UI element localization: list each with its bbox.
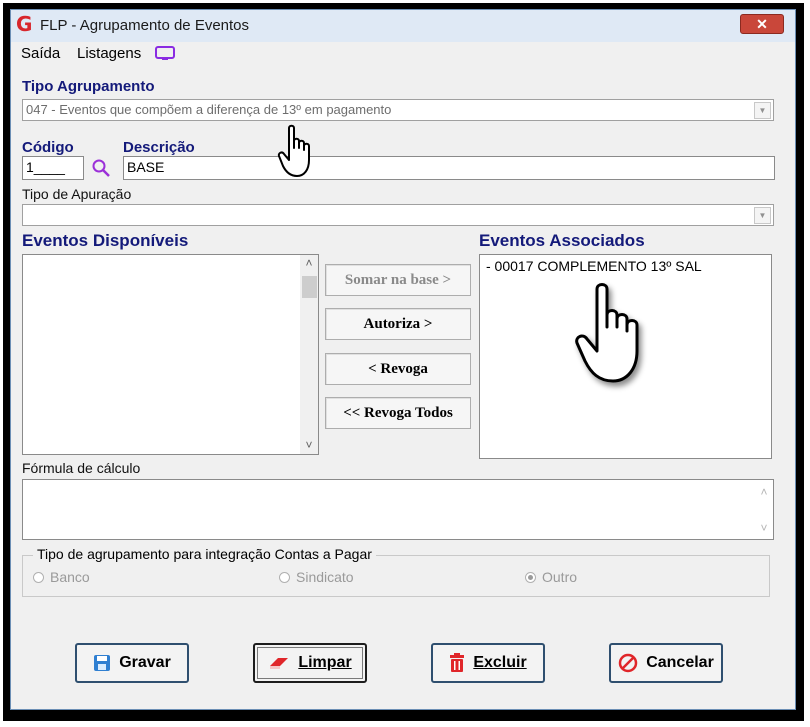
scroll-thumb[interactable]: [302, 276, 317, 298]
cancel-icon: [618, 653, 638, 673]
chevron-down-icon[interactable]: ▼: [754, 102, 771, 119]
radio-sindicato[interactable]: Sindicato: [279, 569, 354, 585]
descricao-label: Descrição: [123, 139, 195, 156]
eraser-icon: [270, 658, 289, 669]
eventos-associados-label: Eventos Associados: [479, 231, 645, 250]
menu-bar: Saída Listagens: [11, 43, 795, 65]
search-icon[interactable]: [91, 158, 111, 178]
chevron-up-icon[interactable]: ˄: [300, 255, 318, 272]
app-window: G FLP - Agrupamento de Eventos ✕ Saída L…: [10, 9, 796, 710]
formula-textarea[interactable]: ˄ ˅: [22, 479, 774, 540]
tipo-apuracao-label: Tipo de Apuração: [22, 186, 132, 202]
eventos-disponiveis-list[interactable]: ˄ ˅: [22, 254, 319, 455]
hand-pointer-cursor-icon: [575, 283, 639, 383]
somar-na-base-button[interactable]: Somar na base >: [325, 264, 471, 296]
tipo-apuracao-select[interactable]: ▼: [22, 204, 774, 226]
integracao-group: Tipo de agrupamento para integração Cont…: [22, 546, 770, 597]
menu-listagens[interactable]: Listagens: [77, 45, 141, 62]
eventos-disponiveis-label: Eventos Disponíveis: [22, 231, 189, 250]
codigo-label: Código: [22, 139, 74, 156]
revoga-button[interactable]: < Revoga: [325, 353, 471, 385]
excluir-button[interactable]: Excluir: [431, 643, 545, 683]
descricao-field[interactable]: BASE: [123, 156, 775, 180]
hand-pointer-cursor-icon: [277, 124, 310, 177]
menu-saida[interactable]: Saída: [21, 45, 60, 62]
autoriza-button[interactable]: Autoriza >: [325, 308, 471, 340]
monitor-icon[interactable]: [155, 46, 175, 61]
radio-outro[interactable]: Outro: [525, 569, 577, 585]
close-button[interactable]: ✕: [740, 14, 784, 34]
chevron-down-icon[interactable]: ▼: [754, 207, 771, 224]
formula-label: Fórmula de cálculo: [22, 460, 141, 476]
list-item[interactable]: - 00017 COMPLEMENTO 13º SAL: [486, 258, 702, 274]
radio-icon: [33, 572, 44, 583]
app-logo-icon: G: [16, 12, 33, 36]
chevron-down-icon[interactable]: ˅: [755, 520, 773, 537]
scrollbar[interactable]: ˄ ˅: [300, 255, 318, 454]
codigo-field[interactable]: 1____: [22, 156, 84, 180]
gravar-button[interactable]: Gravar: [75, 643, 189, 683]
radio-selected-icon: [525, 572, 536, 583]
trash-icon: [450, 653, 465, 672]
radio-icon: [279, 572, 290, 583]
scrollbar[interactable]: ˄ ˅: [755, 480, 773, 539]
window-title: FLP - Agrupamento de Eventos: [40, 17, 250, 34]
chevron-down-icon[interactable]: ˅: [300, 437, 318, 454]
title-bar: G FLP - Agrupamento de Eventos ✕: [11, 10, 795, 42]
radio-banco[interactable]: Banco: [33, 569, 90, 585]
limpar-button[interactable]: Limpar: [253, 643, 367, 683]
cancelar-button[interactable]: Cancelar: [609, 643, 723, 683]
tipo-agrupamento-label: Tipo Agrupamento: [22, 78, 155, 95]
chevron-up-icon[interactable]: ˄: [755, 484, 773, 501]
tipo-agrupamento-value: 047 - Eventos que compõem a diferença de…: [26, 102, 392, 117]
save-icon: [94, 655, 111, 671]
tipo-agrupamento-select[interactable]: 047 - Eventos que compõem a diferença de…: [22, 99, 774, 121]
integracao-legend: Tipo de agrupamento para integração Cont…: [33, 546, 376, 562]
revoga-todos-button[interactable]: << Revoga Todos: [325, 397, 471, 429]
